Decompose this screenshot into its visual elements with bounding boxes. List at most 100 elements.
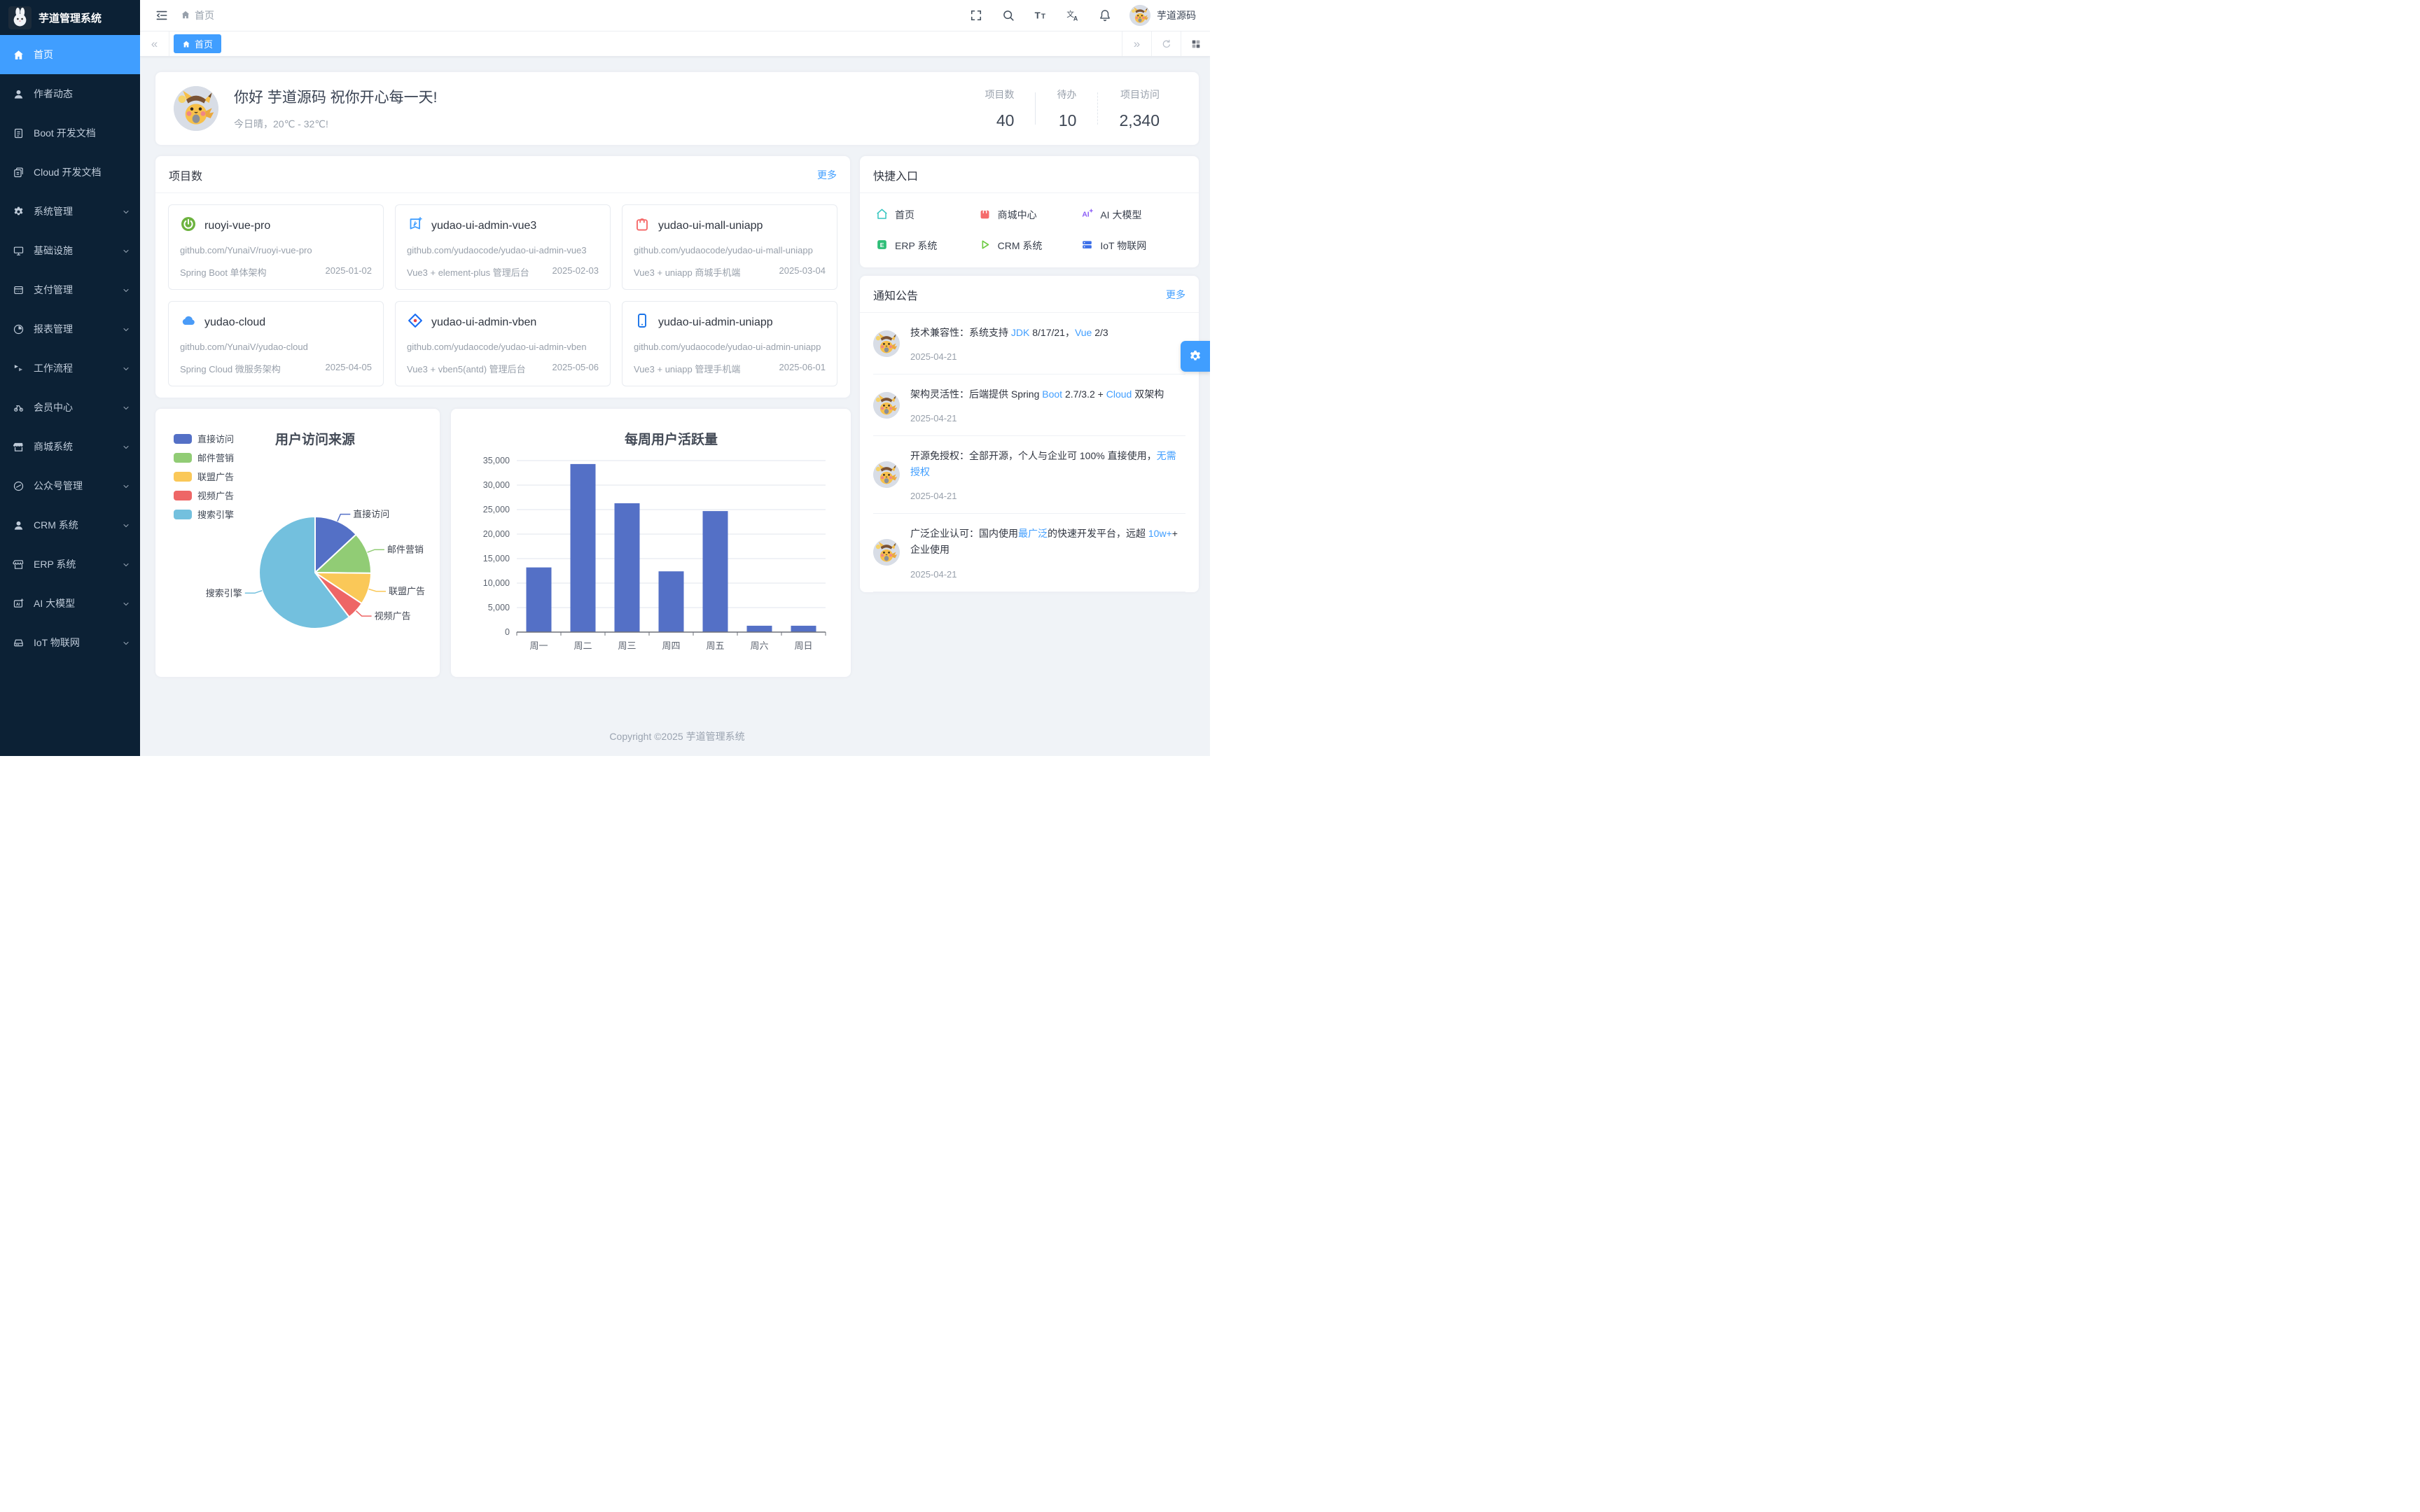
- projects-title: 项目数: [169, 167, 202, 183]
- search-icon[interactable]: [1001, 8, 1016, 23]
- project-card[interactable]: yudao-ui-mall-uniapp github.com/yudaocod…: [622, 204, 837, 290]
- notice-link[interactable]: 最广泛: [1018, 528, 1048, 539]
- notice-avatar: [873, 392, 900, 419]
- quick-entry-title: 快捷入口: [873, 167, 918, 183]
- notices-title: 通知公告: [873, 286, 918, 303]
- quick-entry-ERP 系统[interactable]: E ERP 系统: [875, 238, 978, 253]
- sidebar-item-crm-system[interactable]: CRM 系统: [0, 505, 140, 545]
- refresh-icon[interactable]: [1151, 31, 1181, 56]
- settings-gear-button[interactable]: [1181, 341, 1210, 372]
- quick-entry-AI 大模型[interactable]: AI AI 大模型: [1080, 207, 1183, 223]
- sidebar-item-label: ERP 系统: [34, 557, 76, 571]
- svg-text:AI: AI: [1083, 211, 1090, 218]
- project-url: github.com/yudaocode/yudao-ui-admin-vben: [407, 340, 599, 354]
- notice-item[interactable]: 架构灵活性：后端提供 Spring Boot 2.7/3.2 + Cloud 双…: [873, 374, 1185, 436]
- project-card[interactable]: yudao-ui-admin-uniapp github.com/yudaoco…: [622, 301, 837, 386]
- collapse-sidebar-icon[interactable]: [154, 8, 169, 23]
- stat-projects: 项目数 40: [964, 88, 1035, 130]
- cloud-icon: [180, 312, 197, 332]
- workflow-icon: [13, 363, 25, 374]
- project-card[interactable]: yudao-ui-admin-vben github.com/yudaocode…: [395, 301, 611, 386]
- svg-text:A: A: [1073, 15, 1078, 22]
- sidebar-item-infrastructure[interactable]: 基础设施: [0, 231, 140, 270]
- home-icon: [182, 40, 190, 48]
- notice-link[interactable]: 10w+: [1148, 528, 1172, 539]
- project-card[interactable]: yudao-ui-admin-vue3 github.com/yudaocode…: [395, 204, 611, 290]
- app-root: 芋道管理系统 首页 作者动态 Boot 开发文档 Cloud 开发文档 系统管理…: [0, 0, 1210, 756]
- svg-text:周六: 周六: [750, 640, 768, 651]
- app-logo[interactable]: 芋道管理系统: [0, 0, 140, 35]
- notice-item[interactable]: 技术兼容性：系统支持 JDK 8/17/21，Vue 2/3 2025-04-2…: [873, 313, 1185, 374]
- notice-title: 开源免授权：全部开源，个人与企业可 100% 直接使用，无需授权: [910, 448, 1185, 480]
- pie-clock-icon: [13, 323, 25, 335]
- notice-item[interactable]: 开源免授权：全部开源，个人与企业可 100% 直接使用，无需授权 2025-04…: [873, 436, 1185, 514]
- quick-entry-IoT 物联网[interactable]: IoT 物联网: [1080, 238, 1183, 253]
- notices-card: 通知公告 更多 技术兼容性：系统支持 JDK 8/17/21，Vue 2/3 2…: [860, 276, 1199, 592]
- project-card[interactable]: ruoyi-vue-pro github.com/YunaiV/ruoyi-vu…: [168, 204, 384, 290]
- sidebar-item-member-center[interactable]: 会员中心: [0, 388, 140, 427]
- project-url: github.com/yudaocode/yudao-ui-admin-vue3: [407, 244, 599, 258]
- sidebar-item-home[interactable]: 首页: [0, 35, 140, 74]
- notice-item[interactable]: 广泛企业认可：国内使用最广泛的快速开发平台，远超 10w++ 企业使用 2025…: [873, 514, 1185, 592]
- notice-link[interactable]: 无需授权: [910, 450, 1176, 477]
- notices-more-link[interactable]: 更多: [1166, 288, 1185, 302]
- quick-entry-label: ERP 系统: [895, 239, 937, 253]
- quick-entry-首页[interactable]: 首页: [875, 207, 978, 223]
- sidebar-item-cloud-docs[interactable]: Cloud 开发文档: [0, 153, 140, 192]
- sidebar-item-iot[interactable]: IoT 物联网: [0, 623, 140, 662]
- shopping-bag-filled-icon: [978, 207, 992, 223]
- chevrons-left-icon[interactable]: «: [140, 31, 169, 56]
- quick-entry-label: 商城中心: [998, 208, 1037, 222]
- sidebar-item-system-mgmt[interactable]: 系统管理: [0, 192, 140, 231]
- layout-grid-icon[interactable]: [1181, 31, 1210, 56]
- svg-text:联盟广告: 联盟广告: [197, 472, 234, 482]
- notice-link[interactable]: JDK: [1011, 327, 1029, 338]
- user-menu[interactable]: 芋道源码: [1129, 5, 1196, 26]
- language-icon[interactable]: 文A: [1065, 8, 1080, 23]
- sidebar-item-mall-system[interactable]: 商城系统: [0, 427, 140, 466]
- svg-text:周五: 周五: [706, 640, 724, 651]
- svg-text:周三: 周三: [618, 640, 636, 651]
- project-url: github.com/YunaiV/ruoyi-vue-pro: [180, 244, 372, 258]
- stat-todos: 待办 10: [1036, 88, 1097, 130]
- notice-date: 2025-04-21: [910, 351, 1185, 362]
- project-card[interactable]: yudao-cloud github.com/YunaiV/yudao-clou…: [168, 301, 384, 386]
- monitor-icon: [13, 245, 25, 257]
- chevrons-right-icon[interactable]: »: [1122, 31, 1151, 56]
- bell-icon[interactable]: [1097, 8, 1113, 23]
- sidebar-item-author-news[interactable]: 作者动态: [0, 74, 140, 113]
- sidebar-item-label: IoT 物联网: [34, 636, 80, 650]
- sidebar-item-payment-mgmt[interactable]: 支付管理: [0, 270, 140, 309]
- breadcrumb-label: 首页: [195, 8, 214, 22]
- sidebar-item-mp-mgmt[interactable]: 公众号管理: [0, 466, 140, 505]
- fullscreen-icon[interactable]: [968, 8, 984, 23]
- compass-icon: [13, 480, 25, 492]
- weather-text: 今日晴，20℃ - 32℃!: [234, 117, 438, 131]
- sidebar-item-erp-system[interactable]: ERP 系统: [0, 545, 140, 584]
- notice-link[interactable]: Vue: [1075, 327, 1092, 338]
- sidebar-item-report-mgmt[interactable]: 报表管理: [0, 309, 140, 349]
- notice-avatar: [873, 330, 900, 357]
- notice-link[interactable]: Cloud: [1106, 388, 1132, 400]
- projects-more-link[interactable]: 更多: [817, 168, 837, 182]
- notice-date: 2025-04-21: [910, 491, 1185, 501]
- sidebar-item-boot-docs[interactable]: Boot 开发文档: [0, 113, 140, 153]
- document-icon: [13, 127, 25, 139]
- font-size-icon[interactable]: TT: [1033, 8, 1048, 23]
- project-desc: Vue3 + element-plus 管理后台: [407, 265, 529, 279]
- quick-entry-CRM 系统[interactable]: CRM 系统: [978, 238, 1081, 253]
- stat-visits: 项目访问 2,340: [1098, 88, 1181, 130]
- project-date: 2025-06-01: [779, 362, 826, 375]
- breadcrumb[interactable]: 首页: [181, 8, 214, 22]
- project-desc: Spring Cloud 微服务架构: [180, 362, 281, 375]
- sidebar-item-ai-model[interactable]: AI AI 大模型: [0, 584, 140, 623]
- project-name: yudao-ui-admin-uniapp: [658, 316, 773, 329]
- svg-text:直接访问: 直接访问: [197, 434, 234, 444]
- project-grid: ruoyi-vue-pro github.com/YunaiV/ruoyi-vu…: [155, 193, 850, 398]
- sidebar-item-workflow[interactable]: 工作流程: [0, 349, 140, 388]
- tab-home[interactable]: 首页: [174, 34, 221, 53]
- quick-entry-商城中心[interactable]: 商城中心: [978, 207, 1081, 223]
- sidebar-item-label: 公众号管理: [34, 479, 83, 493]
- notice-link[interactable]: Boot: [1042, 388, 1062, 400]
- quick-entry-grid: 首页 商城中心 AI AI 大模型 E ERP 系统 CRM 系统 IoT 物联…: [860, 193, 1199, 267]
